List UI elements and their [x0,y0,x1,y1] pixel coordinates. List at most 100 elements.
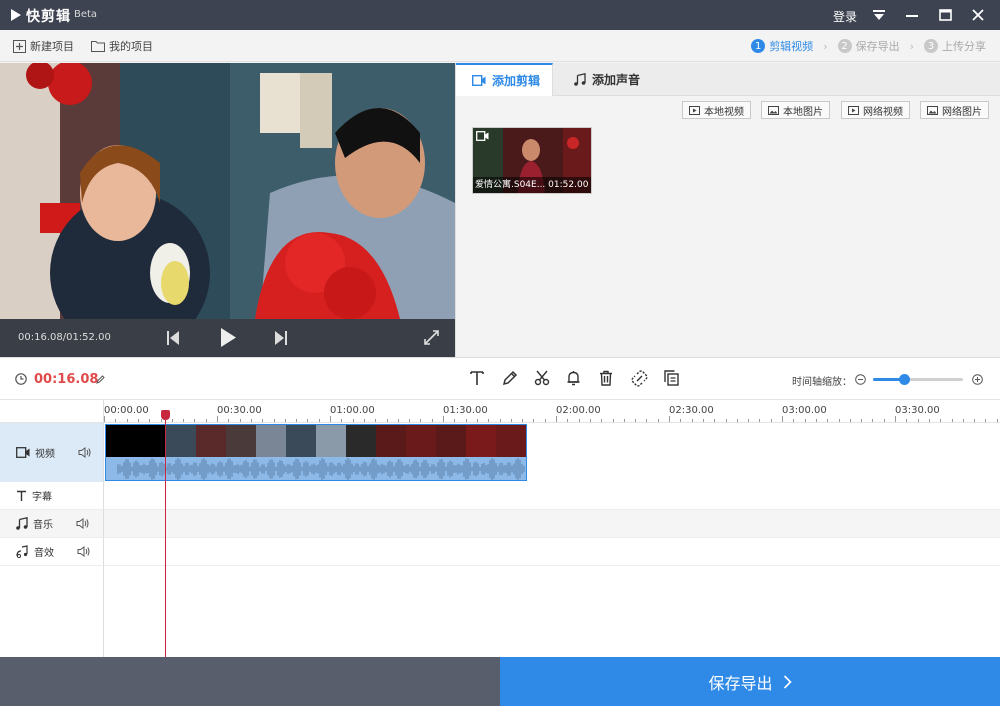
step-number: 3 [924,39,938,53]
ruler-tick [454,419,456,422]
fullscreen-button[interactable] [424,330,439,348]
tab-add-audio[interactable]: 添加声音 [574,63,674,96]
media-clip-thumbnail[interactable]: 爱情公寓.S04E... 01:52.00 [472,127,592,194]
time-ruler[interactable]: 00:00.00 00:30.00 01:00.00 01:30.00 02:00.00… [104,400,1000,423]
ruler-tick [748,419,750,422]
local-image-button[interactable]: 本地图片 [761,101,830,119]
tab-label: 添加声音 [592,73,641,87]
tab-label: 添加剪辑 [492,74,541,88]
ruler-tick [736,419,738,422]
ruler-tick [635,419,637,422]
volume-icon[interactable] [77,546,90,557]
ruler-tick [544,419,546,422]
ruler-tick [476,419,478,422]
image-file-icon [927,105,938,115]
ruler-tick [273,419,275,422]
step-upload-share[interactable]: 3 上传分享 [924,38,986,54]
maximize-button[interactable] [934,4,956,26]
delete-button[interactable] [599,370,613,389]
cut-button[interactable] [534,370,550,389]
player-controls: 00:16.08/01:52.00 [0,319,455,357]
ruler-tick [363,419,365,422]
online-image-button[interactable]: 网络图片 [920,101,989,119]
new-project-button[interactable]: 新建项目 [13,38,74,54]
zoom-in-icon[interactable] [972,374,983,385]
ruler-tick [126,419,128,422]
app-name: 快剪辑 [26,9,71,25]
ruler-tick [510,419,512,422]
app-logo-icon [11,9,21,21]
step-edit-video[interactable]: 1 剪辑视频 [751,38,813,54]
copy-button[interactable] [664,370,679,389]
text-icon [470,371,484,385]
ruler-tick [691,419,693,422]
ruler-tick [725,419,727,422]
volume-icon[interactable] [76,518,89,529]
ruler-tick [341,419,343,422]
ruler-tick [556,416,557,422]
track-label: 视频 [35,449,55,460]
ruler-tick [770,419,772,422]
zoom-label: 时间轴缩放： [792,377,852,388]
sound-effect-icon [16,545,28,558]
ruler-tick [228,419,230,422]
ruler-tick [386,419,388,422]
track-body-music[interactable] [104,510,1000,538]
ruler-tick [646,419,648,422]
playhead-line [165,410,166,657]
login-button[interactable]: 登录 [833,8,857,25]
track-body-sound-effect[interactable] [104,538,1000,566]
ruler-tick [782,416,783,422]
ruler-corner [0,400,104,423]
minimize-icon [906,15,918,17]
save-export-button[interactable]: 保存导出 [500,657,1000,706]
online-video-button[interactable]: 网络视频 [841,101,910,119]
video-camera-icon [16,447,30,458]
track-body-subtitle[interactable] [104,482,1000,510]
ruler-tick [522,419,524,422]
step-save-export[interactable]: 2 保存导出 [837,38,900,54]
track-label: 音乐 [33,520,53,531]
ruler-tick [443,416,444,422]
track-header-sound-effect: 音效 [0,538,104,566]
chevron-right-icon [783,674,792,689]
ruler-tick [974,419,976,422]
folder-icon [91,41,105,52]
clip-name: 爱情公寓.S04E... [475,180,546,190]
ruler-tick [194,419,196,422]
next-frame-button[interactable] [275,331,287,348]
current-time: 00:16.08 [34,372,99,387]
local-video-button[interactable]: 本地视频 [682,101,751,119]
unlink-button[interactable] [631,370,648,390]
edit-time-icon[interactable] [96,375,105,384]
tab-add-clip[interactable]: 添加剪辑 [456,63,553,96]
bell-icon [567,371,580,386]
zoom-slider-thumb[interactable] [899,374,910,385]
volume-icon[interactable] [78,447,91,458]
add-text-button[interactable] [470,370,484,389]
ruler-tick [589,419,591,422]
sound-effect-button[interactable] [566,370,581,389]
video-preview[interactable] [0,63,455,319]
minimize-button[interactable] [901,4,923,26]
ruler-tick [250,419,252,422]
zoom-out-icon[interactable] [855,374,866,385]
zoom-slider[interactable] [873,374,963,385]
ruler-tick [488,419,490,422]
ruler-tick [714,419,716,422]
ruler-tick [623,419,625,422]
ruler-tick [533,419,535,422]
close-button[interactable] [967,4,989,26]
track-header-subtitle: 字幕 [0,482,104,510]
my-projects-button[interactable]: 我的项目 [91,38,153,54]
play-button[interactable] [221,328,236,350]
step-label: 上传分享 [942,40,986,53]
skip-previous-icon [167,331,179,345]
dropdown-menu-button[interactable] [868,4,890,26]
new-project-label: 新建项目 [30,40,74,53]
previous-frame-button[interactable] [167,331,179,348]
unlink-icon [631,370,648,387]
clip-caption: 爱情公寓.S04E... 01:52.00 [473,177,591,193]
edit-button[interactable] [502,370,518,389]
timeline-video-clip[interactable] [105,424,527,481]
